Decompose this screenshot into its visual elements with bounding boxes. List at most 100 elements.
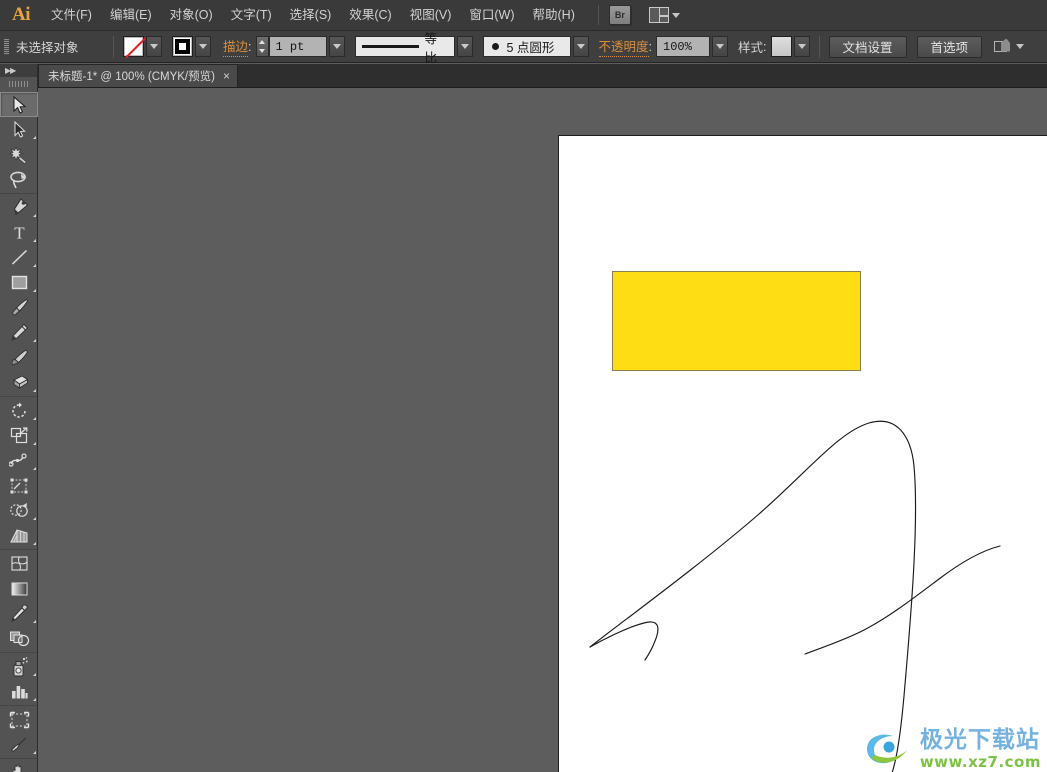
divider (113, 35, 114, 58)
tool-shape-builder[interactable] (0, 498, 38, 523)
tool-flyout-indicator (33, 289, 36, 292)
tool-group-drawing: T (0, 194, 37, 397)
tool-slice[interactable] (0, 732, 38, 757)
drawn-artwork (589, 420, 1001, 772)
tool-column-graph[interactable] (0, 679, 38, 704)
tools-panel: ▶▶ T (0, 64, 38, 772)
document-options-icon[interactable] (994, 39, 1012, 55)
opacity-label[interactable]: 不透明度 (598, 36, 649, 57)
stepper-down-icon[interactable] (257, 47, 268, 57)
arrange-documents-button[interactable] (648, 7, 680, 23)
tool-flyout-indicator (33, 442, 36, 445)
preferences-button[interactable]: 首选项 (916, 35, 983, 58)
menu-edit[interactable]: 编辑(E) (101, 0, 161, 31)
stroke-weight-dropdown-button[interactable] (328, 36, 345, 57)
menu-select[interactable]: 选择(S) (281, 0, 341, 31)
graphic-style-dropdown-button[interactable] (793, 36, 810, 57)
tool-flyout-indicator (33, 389, 36, 392)
stroke-label-colon: : (248, 39, 252, 54)
brush-definition-select[interactable]: 5 点圆形 (482, 36, 571, 57)
tool-hand[interactable] (0, 760, 38, 772)
tool-flyout-indicator (33, 751, 36, 754)
stepper-up-icon[interactable] (257, 37, 268, 47)
illustrator-window: Ai 文件(F) 编辑(E) 对象(O) 文字(T) 选择(S) 效果(C) 视… (0, 0, 1047, 772)
close-icon[interactable]: × (223, 70, 230, 82)
tool-pen[interactable] (0, 195, 38, 220)
document-tab-title: 未标题-1* @ 100% (CMYK/预览) (48, 71, 215, 83)
tool-scale[interactable] (0, 423, 38, 448)
stroke-dropdown-button[interactable] (195, 36, 211, 57)
stroke-weight-input[interactable]: 1 pt (268, 36, 327, 57)
fill-color-swatch[interactable] (123, 36, 144, 57)
document-tab[interactable]: 未标题-1* @ 100% (CMYK/预览) × (38, 64, 238, 87)
tool-blend[interactable] (0, 626, 38, 651)
chevron-down-icon[interactable] (1016, 44, 1025, 49)
menu-file[interactable]: 文件(F) (42, 0, 101, 31)
tool-flyout-indicator (33, 339, 36, 342)
tool-magic-wand[interactable] (0, 142, 38, 167)
tool-line-segment[interactable] (0, 245, 38, 270)
tool-free-transform[interactable] (0, 473, 38, 498)
style-label-colon: : (763, 39, 767, 54)
tool-group-selection (0, 91, 38, 194)
graphic-style-swatch[interactable] (770, 36, 792, 57)
tool-direct-selection[interactable] (0, 117, 38, 142)
menu-type[interactable]: 文字(T) (222, 0, 281, 31)
tool-flyout-indicator (33, 239, 36, 242)
opacity-input[interactable]: 100% (656, 36, 710, 57)
tool-pencil[interactable] (0, 320, 38, 345)
stroke-weight-label[interactable]: 描边 (223, 36, 249, 57)
tool-flyout-indicator (33, 673, 36, 676)
tool-eraser[interactable] (0, 370, 38, 395)
stroke-weight-stepper[interactable] (255, 36, 269, 57)
tool-eyedropper[interactable] (0, 601, 38, 626)
tools-panel-collapse-button[interactable]: ▶▶ (0, 64, 37, 77)
tool-lasso[interactable] (0, 167, 38, 192)
menu-bar: Ai 文件(F) 编辑(E) 对象(O) 文字(T) 选择(S) 效果(C) 视… (0, 0, 1047, 31)
menu-help[interactable]: 帮助(H) (524, 0, 584, 31)
menu-divider (597, 5, 599, 25)
canvas-workspace[interactable] (38, 88, 1047, 772)
stroke-profile-preview-icon (361, 45, 419, 48)
drawn-path-hook[interactable] (589, 621, 659, 661)
tool-mesh[interactable] (0, 551, 38, 576)
tool-gradient[interactable] (0, 576, 38, 601)
tool-width-warp[interactable] (0, 448, 38, 473)
chevron-down-icon (576, 44, 585, 49)
tool-group-transform (0, 397, 37, 550)
tool-symbol-sprayer[interactable] (0, 654, 38, 679)
tool-selection[interactable] (0, 92, 38, 117)
tool-artboard[interactable] (0, 707, 38, 732)
selection-status-label: 未选择对象 (16, 41, 79, 55)
brush-label: 5 点圆形 (506, 41, 555, 55)
drawn-path-long-curve[interactable] (589, 420, 917, 772)
tool-rotate[interactable] (0, 398, 38, 423)
stroke-profile-dropdown-button[interactable] (456, 36, 473, 57)
control-bar-grip[interactable] (0, 31, 12, 63)
tool-perspective-grid[interactable] (0, 523, 38, 548)
tool-flyout-indicator (33, 136, 36, 139)
divider (818, 35, 820, 58)
artboard[interactable] (558, 135, 1047, 772)
menu-effect[interactable]: 效果(C) (340, 0, 400, 31)
tool-type[interactable]: T (0, 220, 38, 245)
document-setup-button[interactable]: 文档设置 (828, 35, 907, 58)
tool-blob-brush[interactable] (0, 345, 38, 370)
tools-panel-grip[interactable] (0, 77, 37, 91)
chevron-down-icon (150, 44, 158, 49)
tool-flyout-indicator (33, 214, 36, 217)
tool-paintbrush[interactable] (0, 295, 38, 320)
tool-rectangle[interactable] (0, 270, 38, 295)
menu-view[interactable]: 视图(V) (401, 0, 461, 31)
brush-dropdown-button[interactable] (572, 36, 589, 57)
fill-dropdown-button[interactable] (146, 36, 162, 57)
arrange-documents-icon (648, 7, 669, 23)
chevron-down-icon (716, 44, 724, 49)
drawn-path-diagonal[interactable] (804, 545, 1001, 655)
stroke-profile-select[interactable]: 等比 (354, 32, 455, 65)
opacity-dropdown-button[interactable] (712, 36, 728, 57)
menu-object[interactable]: 对象(O) (161, 0, 222, 31)
stroke-color-swatch[interactable] (172, 36, 193, 57)
menu-window[interactable]: 窗口(W) (460, 0, 523, 31)
bridge-button[interactable]: Br (608, 5, 631, 25)
